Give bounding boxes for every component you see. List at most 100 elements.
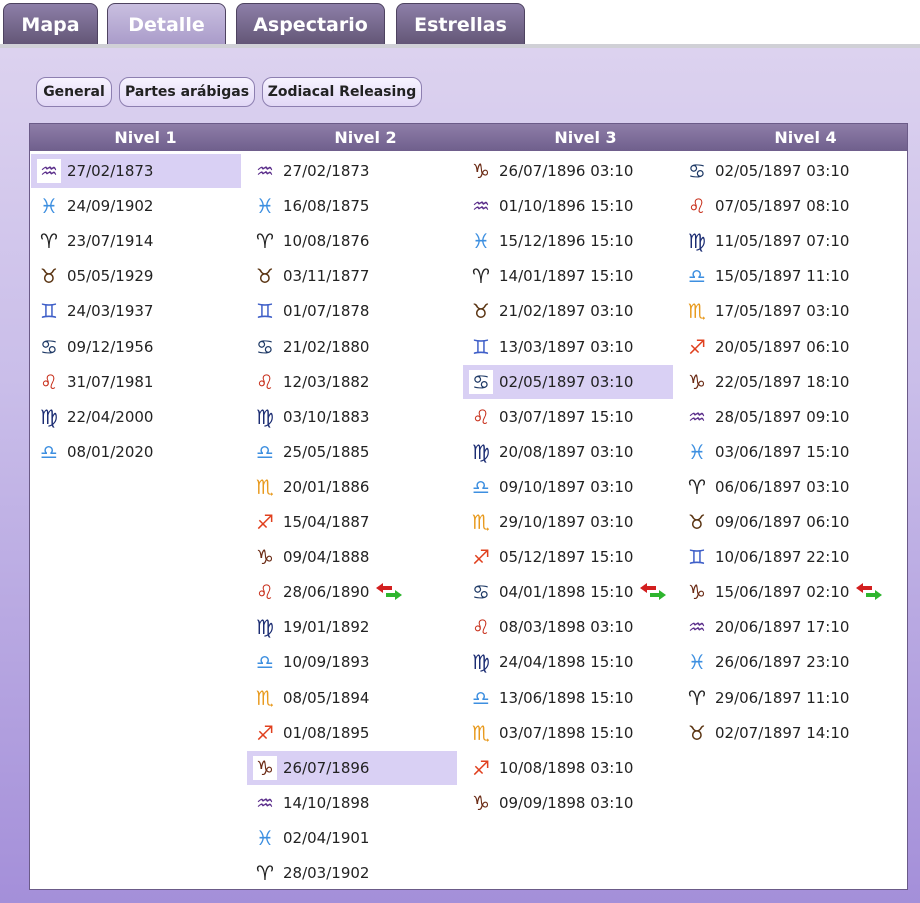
period-date: 08/03/1898 03:10: [499, 618, 634, 637]
level-4-row[interactable]: ♌ 07/05/1897 08:10: [679, 189, 889, 223]
level-3-row[interactable]: ♈ 14/01/1897 15:10: [463, 259, 673, 293]
level-4-row[interactable]: ♓ 03/06/1897 15:10: [679, 435, 889, 469]
level-2-row[interactable]: ♐ 01/08/1895: [247, 716, 457, 750]
period-date: 02/07/1897 14:10: [715, 723, 850, 742]
level-2-row[interactable]: ♎ 10/09/1893: [247, 645, 457, 679]
capricorn-icon: ♑: [688, 369, 706, 394]
level-4-row[interactable]: ♋ 02/05/1897 03:10: [679, 154, 889, 188]
period-date: 28/05/1897 09:10: [715, 407, 850, 426]
level-2-row[interactable]: ♍ 19/01/1892: [247, 610, 457, 644]
period-date: 15/05/1897 11:10: [715, 267, 850, 286]
level-3-row[interactable]: ♌ 08/03/1898 03:10: [463, 610, 673, 644]
period-date: 02/05/1897 03:10: [499, 372, 634, 391]
period-date: 10/09/1893: [283, 653, 370, 672]
taurus-icon: ♉: [472, 299, 490, 324]
level-2-row[interactable]: ♓ 16/08/1875: [247, 189, 457, 223]
level-4-row[interactable]: ♒ 20/06/1897 17:10: [679, 610, 889, 644]
level-1-row[interactable]: ♋ 09/12/1956: [31, 330, 241, 364]
subtab-partes-arabigas[interactable]: Partes arábigas: [119, 77, 255, 107]
level-4-row[interactable]: ♉ 02/07/1897 14:10: [679, 716, 889, 750]
level-2-row[interactable]: ♓ 02/04/1901: [247, 821, 457, 855]
level-2-row[interactable]: ♑ 26/07/1896: [247, 750, 457, 785]
level-4-row[interactable]: ♈ 06/06/1897 03:10: [679, 470, 889, 504]
level-1-row[interactable]: ♊ 24/03/1937: [31, 294, 241, 328]
level-2-row[interactable]: ♏ 08/05/1894: [247, 681, 457, 715]
aquarius-icon: ♒: [688, 404, 706, 429]
level-4-row[interactable]: ♑ 15/06/1897 02:10: [679, 575, 889, 609]
level-3-row[interactable]: ♍ 24/04/1898 15:10: [463, 645, 673, 679]
level-2-row[interactable]: ♋ 21/02/1880: [247, 330, 457, 364]
cancer-icon: ♋: [256, 334, 274, 359]
tab-mapa[interactable]: Mapa: [3, 3, 98, 46]
level-4-row[interactable]: ♊ 10/06/1897 22:10: [679, 540, 889, 574]
period-date: 15/06/1897 02:10: [715, 583, 850, 602]
level-3-row[interactable]: ♎ 13/06/1898 15:10: [463, 681, 673, 715]
level-4-row[interactable]: ♒ 28/05/1897 09:10: [679, 400, 889, 434]
subtab-zodiacal-releasing[interactable]: Zodiacal Releasing: [262, 77, 422, 107]
level-2-row[interactable]: ♐ 15/04/1887: [247, 505, 457, 539]
level-2-row[interactable]: ♑ 09/04/1888: [247, 540, 457, 574]
level-3-row[interactable]: ♏ 03/07/1898 15:10: [463, 716, 673, 750]
level-3-row[interactable]: ♋ 04/01/1898 15:10: [463, 575, 673, 609]
level-1-row[interactable]: ♉ 05/05/1929: [31, 259, 241, 293]
level-1-row[interactable]: ♌ 31/07/1981: [31, 365, 241, 399]
header-nivel-4: Nivel 4: [774, 128, 837, 147]
level-4-row[interactable]: ♉ 09/06/1897 06:10: [679, 505, 889, 539]
level-2-row[interactable]: ♊ 01/07/1878: [247, 294, 457, 328]
level-3-row[interactable]: ♍ 20/08/1897 03:10: [463, 435, 673, 469]
leo-icon: ♌: [256, 369, 274, 394]
level-4-row[interactable]: ♍ 11/05/1897 07:10: [679, 224, 889, 258]
level-3-row[interactable]: ♐ 10/08/1898 03:10: [463, 751, 673, 785]
level-2-row[interactable]: ♌ 12/03/1882: [247, 365, 457, 399]
level-2-row[interactable]: ♈ 28/03/1902: [247, 856, 457, 890]
level-1-row[interactable]: ♍ 22/04/2000: [31, 400, 241, 434]
level-4-row[interactable]: ♎ 15/05/1897 11:10: [679, 259, 889, 293]
tab-estrellas[interactable]: Estrellas: [396, 3, 525, 46]
level-2-row[interactable]: ♎ 25/05/1885: [247, 435, 457, 469]
tab-detalle[interactable]: Detalle: [107, 3, 226, 46]
subtab-general[interactable]: General: [36, 77, 112, 107]
level-2-row[interactable]: ♒ 14/10/1898: [247, 786, 457, 820]
level-3-row[interactable]: ♑ 09/09/1898 03:10: [463, 786, 673, 820]
level-4-row[interactable]: ♐ 20/05/1897 06:10: [679, 330, 889, 364]
level-2-row[interactable]: ♌ 28/06/1890: [247, 575, 457, 609]
level-3-row[interactable]: ♊ 13/03/1897 03:10: [463, 330, 673, 364]
level-4-row[interactable]: ♏ 17/05/1897 03:10: [679, 294, 889, 328]
level-3-row[interactable]: ♓ 15/12/1896 15:10: [463, 224, 673, 258]
libra-icon: ♎: [688, 264, 706, 289]
header-nivel-2: Nivel 2: [334, 128, 397, 147]
period-date: 03/11/1877: [283, 267, 370, 286]
level-4-row[interactable]: ♑ 22/05/1897 18:10: [679, 365, 889, 399]
level-3-row[interactable]: ♑ 26/07/1896 03:10: [463, 154, 673, 188]
period-date: 11/05/1897 07:10: [715, 232, 850, 251]
level-3-row[interactable]: ♐ 05/12/1897 15:10: [463, 540, 673, 574]
taurus-icon: ♉: [688, 720, 706, 745]
level-3-row[interactable]: ♉ 21/02/1897 03:10: [463, 294, 673, 328]
aries-icon: ♈: [472, 264, 490, 289]
zodiacal-releasing-table: Nivel 1 Nivel 2 Nivel 3 Nivel 4 ♒ 27/02/1…: [29, 123, 908, 890]
gemini-icon: ♊: [688, 545, 706, 570]
tab-aspectario[interactable]: Aspectario: [236, 3, 385, 46]
scorpio-icon: ♏: [256, 685, 274, 710]
period-date: 22/05/1897 18:10: [715, 372, 850, 391]
level-2-row[interactable]: ♍ 03/10/1883: [247, 400, 457, 434]
level-2-row[interactable]: ♏ 20/01/1886: [247, 470, 457, 504]
period-date: 24/04/1898 15:10: [499, 653, 634, 672]
level-1-row[interactable]: ♒ 27/02/1873: [31, 154, 241, 188]
level-3-row[interactable]: ♋ 02/05/1897 03:10: [463, 364, 673, 399]
level-1-row[interactable]: ♓ 24/09/1902: [31, 189, 241, 223]
level-4-row[interactable]: ♈ 29/06/1897 11:10: [679, 681, 889, 715]
level-3-row[interactable]: ♏ 29/10/1897 03:10: [463, 505, 673, 539]
level-1-row[interactable]: ♎ 08/01/2020: [31, 435, 241, 469]
level-1-row[interactable]: ♈ 23/07/1914: [31, 224, 241, 258]
level-2-row[interactable]: ♉ 03/11/1877: [247, 259, 457, 293]
loosing-of-bond-icon: [640, 583, 667, 601]
level-3-row[interactable]: ♌ 03/07/1897 15:10: [463, 400, 673, 434]
level-3-row[interactable]: ♒ 01/10/1896 15:10: [463, 189, 673, 223]
level-4-row[interactable]: ♓ 26/06/1897 23:10: [679, 645, 889, 679]
sagittarius-icon: ♐: [688, 334, 706, 359]
level-3-row[interactable]: ♎ 09/10/1897 03:10: [463, 470, 673, 504]
gemini-icon: ♊: [256, 299, 274, 324]
level-2-row[interactable]: ♒ 27/02/1873: [247, 154, 457, 188]
level-2-row[interactable]: ♈ 10/08/1876: [247, 224, 457, 258]
